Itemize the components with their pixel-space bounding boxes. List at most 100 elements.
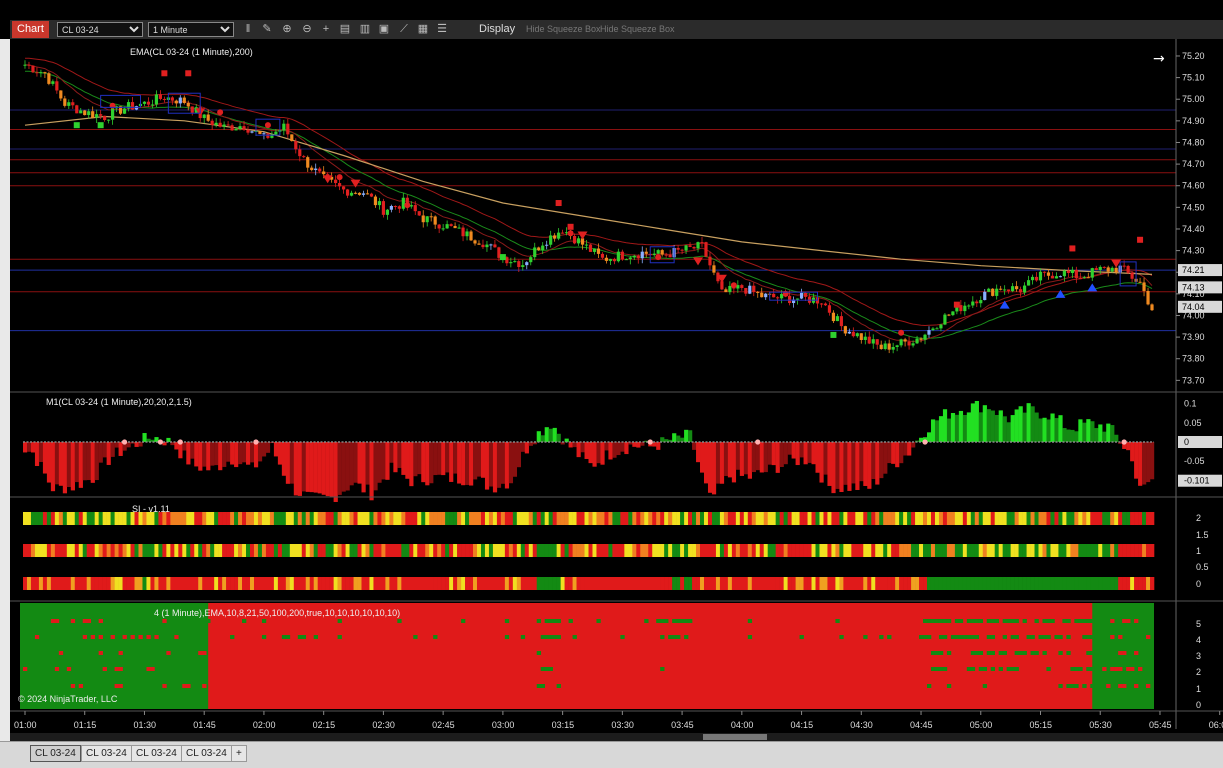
chart-area[interactable]: 75.2075.1075.0074.9074.8074.7074.6074.50… — [10, 39, 1223, 741]
heat-panel — [23, 512, 1155, 590]
heat-cell — [1146, 512, 1151, 525]
candle-body — [95, 114, 99, 118]
signal-square — [499, 254, 506, 261]
trend-mark — [1122, 684, 1127, 688]
heat-cell — [1082, 544, 1087, 557]
heat-cell — [1066, 577, 1071, 590]
tab-chart-3[interactable]: CL 03-24 — [131, 745, 182, 762]
strategies-icon[interactable]: ⟋ — [398, 23, 410, 35]
histogram-bar — [791, 442, 796, 459]
heat-cell — [692, 577, 697, 590]
candle-body — [373, 196, 378, 206]
heat-cell — [540, 544, 545, 557]
heat-cell — [1138, 512, 1143, 525]
zoom-out-icon[interactable]: ⊖ — [301, 23, 313, 35]
zoom-in-icon[interactable]: ⊕ — [281, 23, 293, 35]
heat-cell — [899, 544, 904, 557]
heat-cell — [536, 512, 542, 525]
heat-cell — [1110, 544, 1115, 557]
heat-cell — [337, 512, 342, 525]
y-tick-label: 74.40 — [1182, 224, 1205, 234]
heat-cell — [632, 577, 637, 590]
squeeze-panel-label: M1(CL 03-24 (1 Minute),20,20,2,1.5) — [46, 397, 192, 407]
heat-cell — [98, 577, 103, 590]
heat-cell — [612, 544, 617, 557]
histogram-bar — [441, 442, 446, 476]
heat-cell — [775, 512, 780, 525]
instrument-select[interactable]: CL 03-24 — [57, 22, 143, 37]
interval-select[interactable]: 1 Minute — [148, 22, 234, 37]
list-icon[interactable]: ☰ — [436, 23, 448, 35]
add-tab-button[interactable]: + — [231, 745, 247, 762]
candle-body — [764, 293, 768, 298]
histogram-bar — [1106, 423, 1111, 442]
heat-cell — [807, 544, 812, 557]
trend-mark — [954, 635, 960, 639]
y-tick-label: 0.5 — [1196, 562, 1209, 572]
trend-mark — [337, 619, 342, 623]
snapshot-icon[interactable]: ▣ — [378, 23, 390, 35]
heat-cell — [636, 512, 641, 525]
heat-cell — [966, 577, 972, 590]
display-button[interactable]: Display — [479, 23, 515, 35]
heat-cell — [1062, 577, 1067, 590]
heat-cell — [277, 544, 283, 557]
heat-cell — [389, 577, 394, 590]
properties-icon[interactable]: ▤ — [339, 23, 351, 35]
histogram-bar — [731, 442, 737, 483]
candle-body — [1058, 276, 1063, 278]
draw-icon[interactable]: ✎ — [261, 23, 273, 35]
tab-chart-1[interactable]: CL 03-24 — [30, 745, 81, 762]
heat-cell — [883, 512, 888, 525]
tab-chart-4[interactable]: CL 03-24 — [181, 745, 232, 762]
indicators-icon[interactable]: ▦ — [417, 23, 429, 35]
heat-cell — [317, 577, 322, 590]
hide-squeeze-button-1[interactable]: Hide Squeeze Box — [526, 24, 601, 34]
heat-cell — [1026, 544, 1031, 557]
candle-body — [349, 192, 354, 196]
trend-mark — [1078, 667, 1083, 671]
crosshair-icon[interactable]: + — [320, 23, 332, 35]
arrow-right-icon[interactable]: → — [1153, 51, 1165, 67]
heat-cell — [612, 577, 617, 590]
left-scroll-strip — [0, 39, 10, 745]
histogram-bar — [1062, 428, 1067, 442]
heat-cell — [779, 512, 784, 525]
heat-cell — [1114, 512, 1119, 525]
trend-mark — [1058, 684, 1063, 688]
histogram-bar — [337, 442, 342, 495]
templates-icon[interactable]: ▥ — [359, 23, 371, 35]
tab-chart-2[interactable]: CL 03-24 — [81, 745, 132, 762]
heat-cell — [528, 577, 534, 590]
heat-cell — [265, 512, 271, 525]
histogram-bar — [405, 442, 410, 479]
heat-cell — [875, 512, 880, 525]
heat-cell — [815, 544, 820, 557]
heat-cell — [962, 512, 968, 525]
heat-cell — [1022, 544, 1027, 557]
heat-cell — [536, 577, 542, 590]
trend-mark — [879, 635, 884, 639]
heat-cell — [190, 544, 195, 557]
bar-style-icon[interactable]: ‖ — [242, 23, 254, 35]
trend-mark — [835, 619, 840, 623]
candle-body — [357, 192, 362, 195]
trend-mark — [923, 619, 928, 623]
trend-mark — [1090, 635, 1095, 639]
trend-mark — [1006, 619, 1011, 623]
heat-cell — [1018, 544, 1023, 557]
heat-cell — [887, 544, 892, 557]
histogram-bar — [759, 442, 764, 473]
candle-body — [788, 295, 792, 304]
heat-cell — [1126, 544, 1131, 557]
trend-mark — [1090, 651, 1095, 655]
trend-mark — [668, 635, 673, 639]
histogram-bar — [437, 442, 442, 475]
chart-menu-button[interactable]: Chart — [12, 21, 49, 38]
scrollbar-thumb[interactable] — [703, 734, 767, 740]
candle-body — [927, 330, 931, 335]
hide-squeeze-button-2[interactable]: Hide Squeeze Box — [600, 24, 675, 34]
heat-cell — [500, 512, 506, 525]
heat-cell — [879, 577, 884, 590]
histogram-bar — [74, 442, 79, 483]
